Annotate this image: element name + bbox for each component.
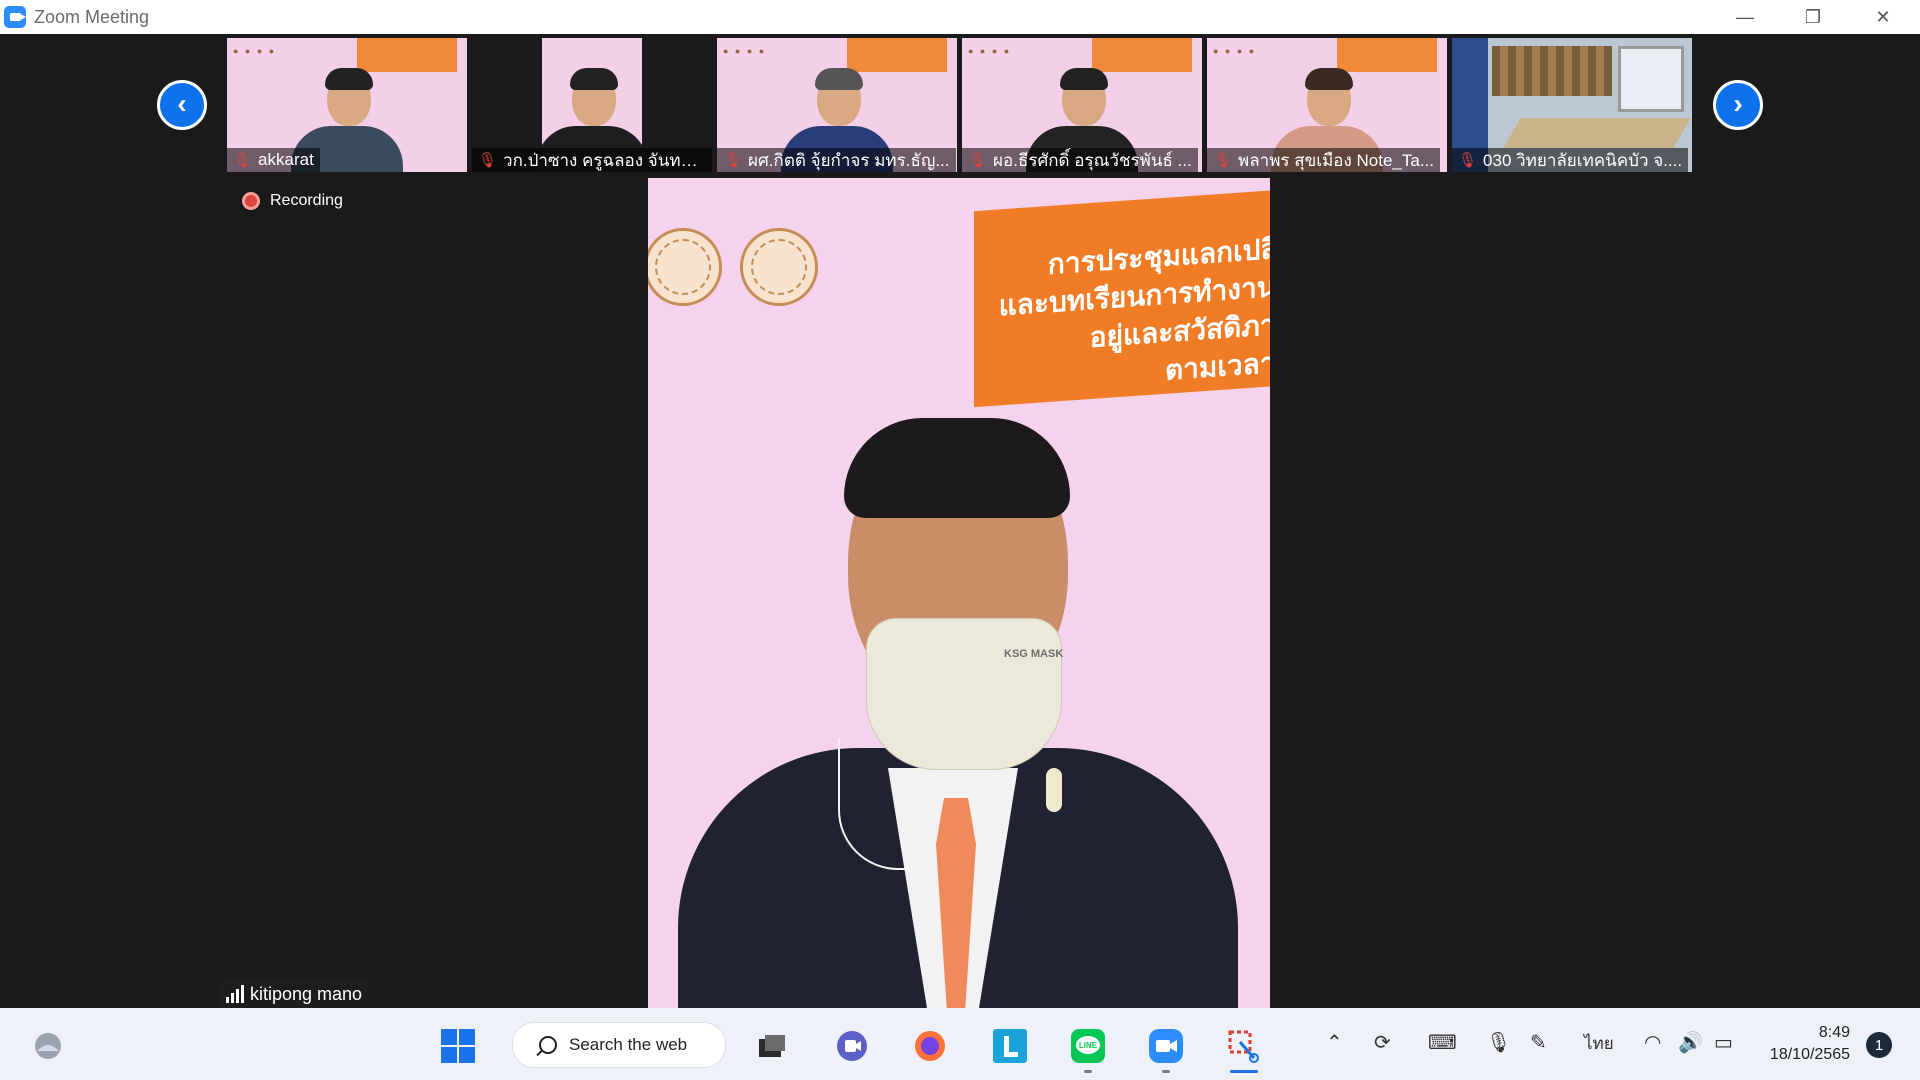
system-clock[interactable]: 8:49 18/10/2565 (1760, 1022, 1850, 1066)
muted-mic-icon: 🎙 (233, 152, 253, 169)
record-icon (242, 192, 260, 210)
minimize-button[interactable]: — (1710, 0, 1780, 34)
microphone-icon[interactable]: 🎙 (1486, 1030, 1511, 1055)
participant-name: วก.ป่าซาง ครูฉลอง จันทร์คง (503, 150, 706, 170)
chevron-up-icon[interactable]: ⌃ (1326, 1030, 1343, 1055)
chevron-left-icon: ‹ (177, 87, 187, 119)
participant-tile-3[interactable]: ● ● ● ● 🎙 ผศ.กิตติ จุ้ยกำจร มทร.ธัญ... (717, 38, 957, 172)
snipping-tool-icon[interactable] (1224, 1026, 1264, 1066)
participant-tile-4[interactable]: ● ● ● ● 🎙 ผอ.ธีรศักดิ์ อรุณวัชรพันธ์ ... (962, 38, 1202, 172)
muted-mic-icon: 🎙 (968, 152, 988, 169)
zoom-taskbar-icon[interactable] (1146, 1026, 1186, 1066)
chevron-right-icon: › (1733, 87, 1743, 119)
taskbar: Search the web LINE ⌃ ⟳ ⌨ 🎙 ✎ ไทย ◠ 🔊 ▭ … (0, 1008, 1920, 1080)
institution-seal-logo (648, 228, 722, 306)
previous-page-button[interactable]: ‹ (157, 80, 207, 130)
next-page-button[interactable]: › (1713, 80, 1763, 130)
active-speaker-name-tag: kitipong mano (220, 980, 369, 1008)
svg-text:LINE: LINE (1079, 1041, 1098, 1050)
mask-label: KSG MASK (1004, 648, 1064, 660)
task-view-icon[interactable] (752, 1026, 792, 1066)
restore-button[interactable]: ❐ (1778, 0, 1848, 34)
active-speaker-video[interactable]: การประชุมแลกเปลี่ย และบทเรียนการทำงานด้ … (648, 178, 1270, 1008)
muted-mic-icon: 🎙 (1458, 152, 1478, 169)
battery-icon[interactable]: ▭ (1714, 1030, 1733, 1055)
teams-chat-icon[interactable] (832, 1026, 872, 1066)
close-button[interactable]: ✕ (1848, 0, 1918, 34)
zoom-app-icon (4, 6, 26, 28)
search-box[interactable]: Search the web (512, 1022, 726, 1068)
firefox-icon[interactable] (910, 1026, 950, 1066)
participant-tile-6[interactable]: 🎙 030 วิทยาลัยเทคนิคบัว จ.... (1452, 38, 1692, 172)
clock-time: 8:49 (1818, 1024, 1850, 1041)
notification-badge[interactable]: 1 (1866, 1032, 1892, 1058)
line-app-icon[interactable]: LINE (1068, 1026, 1108, 1066)
search-placeholder: Search the web (569, 1035, 688, 1054)
participant-name: พลาพร สุขเมือง Note_Ta... (1238, 150, 1435, 170)
participant-tile-2[interactable]: 🎙 วก.ป่าซาง ครูฉลอง จันทร์คง (472, 38, 712, 172)
title-bar: Zoom Meeting — ❐ ✕ (0, 0, 1920, 34)
l-app-icon[interactable] (990, 1026, 1030, 1066)
muted-mic-icon: 🎙 (478, 152, 498, 169)
participant-name: ผศ.กิตติ จุ้ยกำจร มทร.ธัญ... (748, 150, 950, 170)
clock-date: 18/10/2565 (1769, 1046, 1850, 1063)
muted-mic-icon: 🎙 (723, 152, 743, 169)
event-banner: การประชุมแลกเปลี่ย และบทเรียนการทำงานด้ … (974, 188, 1270, 408)
pen-icon[interactable]: ✎ (1530, 1030, 1547, 1055)
recording-label: Recording (270, 192, 343, 209)
wifi-icon[interactable]: ◠ (1644, 1030, 1661, 1055)
search-icon (539, 1036, 557, 1054)
participant-name: ผอ.ธีรศักดิ์ อรุณวัชรพันธ์ ... (993, 150, 1192, 170)
active-speaker-name: kitipong mano (250, 983, 363, 1004)
keyboard-icon[interactable]: ⌨ (1428, 1030, 1457, 1055)
participant-tile-1[interactable]: ● ● ● ● 🎙 akkarat (227, 38, 467, 172)
window-title: Zoom Meeting (34, 6, 150, 27)
volume-icon[interactable]: 🔊 (1678, 1030, 1703, 1055)
participant-tile-5[interactable]: ● ● ● ● 🎙 พลาพร สุขเมือง Note_Ta... (1207, 38, 1447, 172)
recording-indicator[interactable]: Recording (242, 192, 343, 210)
signal-strength-icon (226, 985, 244, 1003)
weather-widget-icon[interactable] (28, 1026, 68, 1066)
participant-name: 030 วิทยาลัยเทคนิคบัว จ.... (1483, 150, 1683, 170)
participant-name: akkarat (258, 150, 314, 169)
muted-mic-icon: 🎙 (1213, 152, 1233, 169)
language-indicator[interactable]: ไทย (1584, 1030, 1614, 1057)
start-button[interactable] (438, 1026, 478, 1066)
sync-icon[interactable]: ⟳ (1374, 1030, 1391, 1055)
windows-icon (441, 1029, 475, 1063)
institution-seal-logo (740, 228, 818, 306)
